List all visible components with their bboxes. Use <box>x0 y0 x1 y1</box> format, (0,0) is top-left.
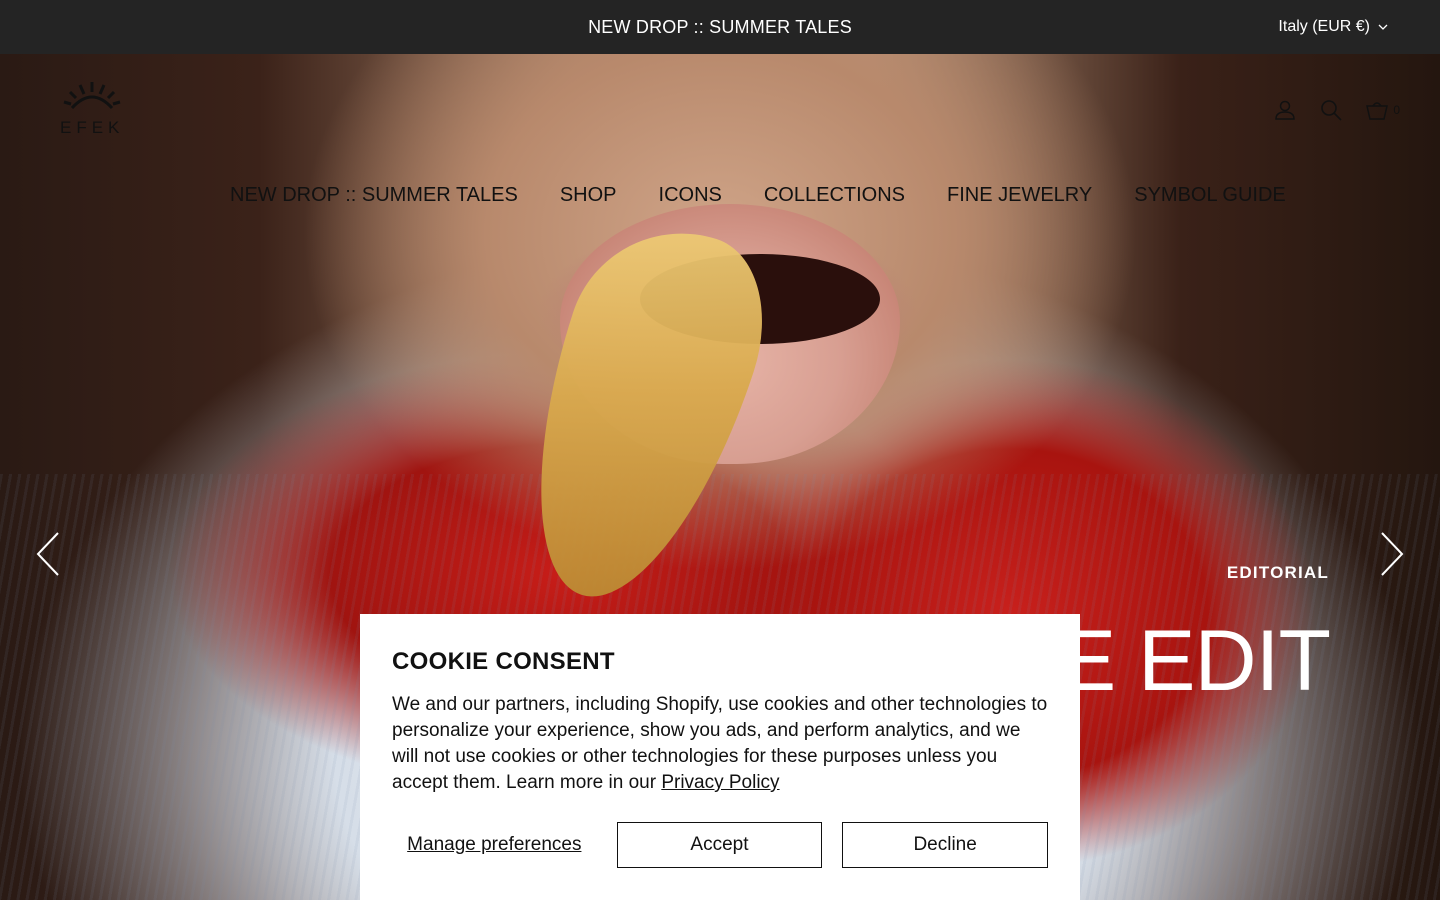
header-actions: 0 <box>1273 98 1400 122</box>
manage-preferences-button[interactable]: Manage preferences <box>392 834 597 856</box>
brand-logo[interactable]: EFEK <box>60 78 124 140</box>
locale-label: Italy (EUR €) <box>1278 18 1370 35</box>
brand-wordmark: EFEK <box>60 118 125 137</box>
chevron-down-icon <box>1378 24 1388 30</box>
cookie-body: We and our partners, including Shopify, … <box>392 692 1052 796</box>
nav-item-collections[interactable]: COLLECTIONS <box>764 184 905 207</box>
main-navigation: NEW DROP :: SUMMER TALES SHOP ICONS COLL… <box>230 184 1286 207</box>
search-icon[interactable] <box>1319 98 1343 122</box>
privacy-policy-link[interactable]: Privacy Policy <box>661 772 779 793</box>
nav-item-fine-jewelry[interactable]: FINE JEWELRY <box>947 184 1092 207</box>
announcement-text[interactable]: NEW DROP :: SUMMER TALES <box>588 17 852 38</box>
cart-count: 0 <box>1393 103 1400 117</box>
carousel-next-arrow-icon[interactable] <box>1378 530 1406 578</box>
decline-button[interactable]: Decline <box>842 822 1048 868</box>
sun-eye-logo-icon <box>63 82 121 110</box>
nav-item-shop[interactable]: SHOP <box>560 184 617 207</box>
cart-icon[interactable] <box>1365 98 1389 122</box>
locale-selector[interactable]: Italy (EUR €) <box>1278 0 1388 54</box>
nav-item-icons[interactable]: ICONS <box>659 184 722 207</box>
announcement-bar: NEW DROP :: SUMMER TALES Italy (EUR €) <box>0 0 1440 54</box>
cookie-actions: Manage preferences Accept Decline <box>392 822 1048 868</box>
cookie-consent-banner: COOKIE CONSENT We and our partners, incl… <box>360 614 1080 900</box>
carousel-prev-arrow-icon[interactable] <box>34 530 62 578</box>
account-icon[interactable] <box>1273 98 1297 122</box>
nav-item-new-drop[interactable]: NEW DROP :: SUMMER TALES <box>230 184 518 207</box>
cookie-title: COOKIE CONSENT <box>392 648 615 675</box>
slide-kicker: EDITORIAL <box>1226 563 1329 582</box>
accept-button[interactable]: Accept <box>616 822 823 868</box>
nav-item-symbol-guide[interactable]: SYMBOL GUIDE <box>1134 184 1286 207</box>
